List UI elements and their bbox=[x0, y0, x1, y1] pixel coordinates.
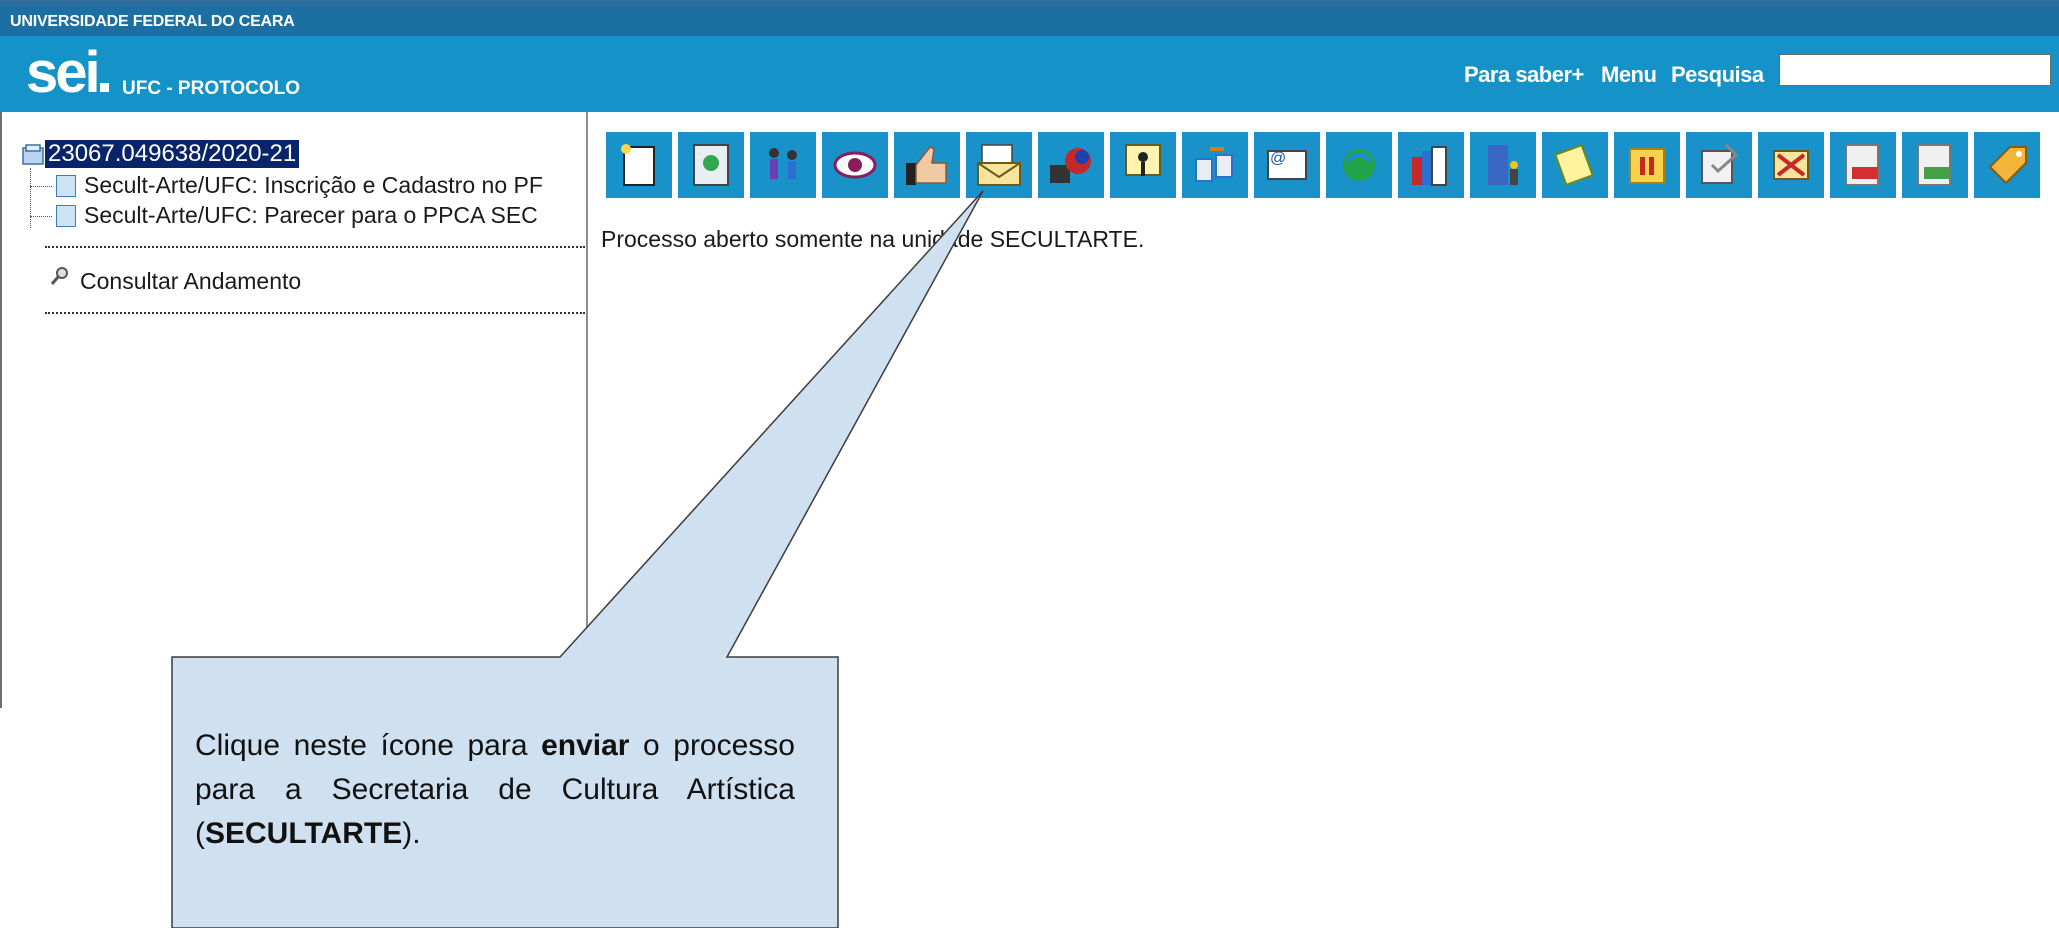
callout-bold-secultarte: SECULTARTE bbox=[205, 817, 403, 850]
callout-part-3: ). bbox=[402, 817, 421, 850]
callout-text: Clique neste ícone para enviar o process… bbox=[195, 724, 795, 856]
callout-bold-enviar: enviar bbox=[541, 729, 630, 762]
callout-part-1: Clique neste ícone para bbox=[195, 729, 542, 762]
